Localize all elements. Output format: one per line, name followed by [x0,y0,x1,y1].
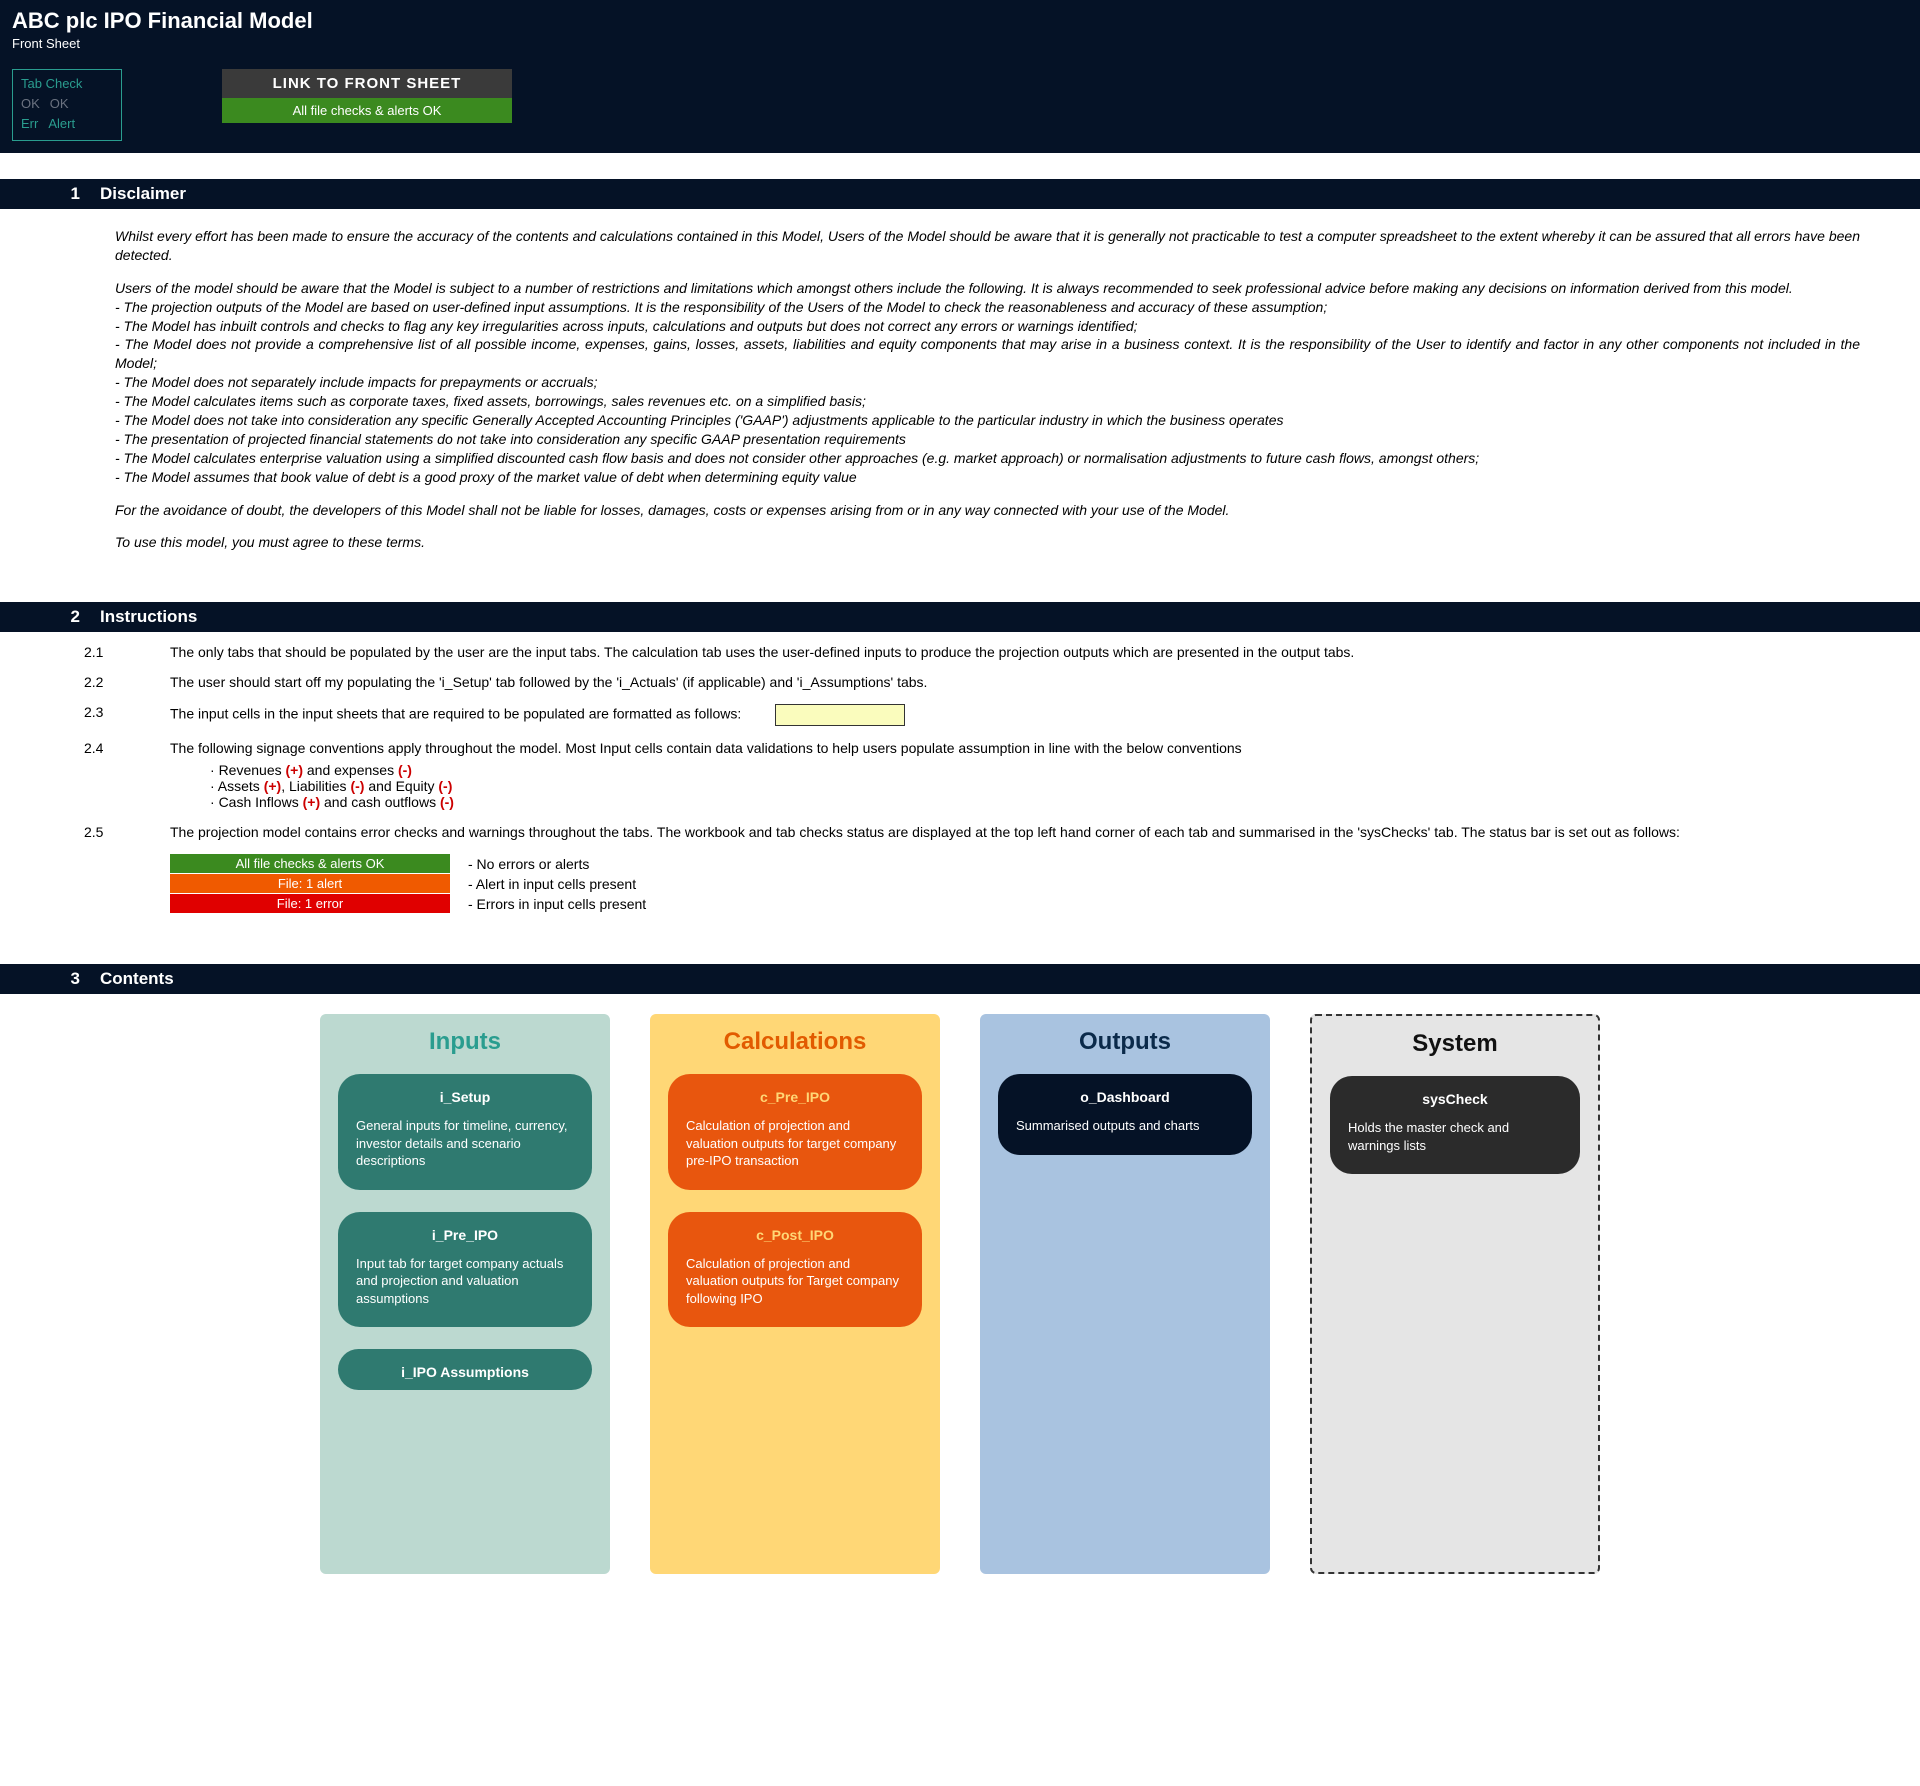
instruction-number: 2.4 [80,740,170,810]
instruction-text: The projection model contains error chec… [170,824,1860,840]
disclaimer-body: Whilst every effort has been made to ens… [0,209,1920,576]
section-number: 2 [0,607,100,627]
calculations-column: Calculations c_Pre_IPO Calculation of pr… [650,1014,940,1574]
tab-check-err-label: Err [21,114,38,134]
status-alert-label: - Alert in input cells present [468,876,636,892]
section-disclaimer-bar: 1 Disclaimer [0,179,1920,209]
disclaimer-text: Users of the model should be aware that … [115,280,1793,296]
link-status: All file checks & alerts OK [222,98,512,123]
section-number: 3 [0,969,100,989]
section-instructions-bar: 2 Instructions [0,602,1920,632]
disclaimer-text: - The Model does not provide a comprehen… [115,336,1860,371]
signage-bullet: Cash Inflows (+) and cash outflows (-) [210,794,1860,810]
column-title: Inputs [338,1028,592,1056]
instruction-number: 2.1 [80,644,170,660]
column-title: Calculations [668,1028,922,1056]
signage-bullet: Assets (+), Liabilities (-) and Equity (… [210,778,1860,794]
status-alert-box: File: 1 alert [170,874,450,893]
disclaimer-text: - The Model calculates items such as cor… [115,393,866,409]
section-contents-bar: 3 Contents [0,964,1920,994]
link-to-front-sheet[interactable]: LINK TO FRONT SHEET All file checks & al… [222,69,512,123]
input-cell-swatch [775,704,905,726]
instruction-text: The input cells in the input sheets that… [170,706,741,722]
instruction-number: 2.3 [80,704,170,726]
card-name: c_Pre_IPO [686,1088,904,1107]
card-i-ipo-assumptions[interactable]: i_IPO Assumptions [338,1349,592,1390]
card-syscheck[interactable]: sysCheck Holds the master check and warn… [1330,1076,1580,1174]
outputs-column: Outputs o_Dashboard Summarised outputs a… [980,1014,1270,1574]
column-title: System [1330,1030,1580,1058]
disclaimer-text: Whilst every effort has been made to ens… [115,227,1860,265]
status-ok-label: - No errors or alerts [468,856,589,872]
status-legend: All file checks & alerts OK - No errors o… [170,854,1860,913]
disclaimer-text: - The Model does not take into considera… [115,412,1283,428]
section-title: Instructions [100,607,197,627]
card-desc: Holds the master check and warnings list… [1348,1119,1562,1154]
disclaimer-text: To use this model, you must agree to the… [115,533,1860,552]
card-c-pre-ipo[interactable]: c_Pre_IPO Calculation of projection and … [668,1074,922,1190]
section-number: 1 [0,184,100,204]
disclaimer-text: - The Model calculates enterprise valuat… [115,450,1479,466]
contents-grid: Inputs i_Setup General inputs for timeli… [0,994,1920,1614]
card-desc: Summarised outputs and charts [1016,1117,1234,1135]
status-ok-box: All file checks & alerts OK [170,854,450,873]
status-error-label: - Errors in input cells present [468,896,646,912]
card-name: sysCheck [1348,1090,1562,1109]
signage-bullet: Revenues (+) and expenses (-) [210,762,1860,778]
instruction-text: The following signage conventions apply … [170,740,1242,756]
instruction-text: The following signage conventions apply … [170,740,1860,810]
instruction-row: 2.3 The input cells in the input sheets … [80,704,1860,726]
card-i-setup[interactable]: i_Setup General inputs for timeline, cur… [338,1074,592,1190]
instructions-body: 2.1 The only tabs that should be populat… [0,632,1920,924]
disclaimer-text: - The Model assumes that book value of d… [115,469,857,485]
disclaimer-text: - The projection outputs of the Model ar… [115,299,1327,315]
status-error-box: File: 1 error [170,894,450,913]
tab-check-ok-label: OK [21,94,40,114]
card-desc: Calculation of projection and valuation … [686,1117,904,1170]
card-name: c_Post_IPO [686,1226,904,1245]
card-desc: Calculation of projection and valuation … [686,1255,904,1308]
disclaimer-text: - The presentation of projected financia… [115,431,906,447]
card-desc: General inputs for timeline, currency, i… [356,1117,574,1170]
instruction-text: The user should start off my populating … [170,674,1860,690]
instruction-number: 2.5 [80,824,170,840]
link-label: LINK TO FRONT SHEET [222,69,512,98]
tab-check-ok-value: OK [50,94,69,114]
tab-check-box: Tab Check OK OK Err Alert [12,69,122,141]
instruction-number: 2.2 [80,674,170,690]
card-name: i_Setup [356,1088,574,1107]
card-name: i_IPO Assumptions [356,1363,574,1382]
card-i-pre-ipo[interactable]: i_Pre_IPO Input tab for target company a… [338,1212,592,1328]
instruction-row: 2.5 The projection model contains error … [80,824,1860,840]
header: ABC plc IPO Financial Model Front Sheet … [0,0,1920,153]
disclaimer-text: - The Model has inbuilt controls and che… [115,318,1138,334]
card-o-dashboard[interactable]: o_Dashboard Summarised outputs and chart… [998,1074,1252,1154]
instruction-row: 2.1 The only tabs that should be populat… [80,644,1860,660]
sheet-name: Front Sheet [12,36,1908,51]
instruction-row: 2.4 The following signage conventions ap… [80,740,1860,810]
instruction-row: 2.2 The user should start off my populat… [80,674,1860,690]
card-desc: Input tab for target company actuals and… [356,1255,574,1308]
instruction-text: The input cells in the input sheets that… [170,704,1860,726]
tab-check-alert-label: Alert [48,114,75,134]
model-title: ABC plc IPO Financial Model [12,8,1908,34]
card-name: i_Pre_IPO [356,1226,574,1245]
inputs-column: Inputs i_Setup General inputs for timeli… [320,1014,610,1574]
disclaimer-text: - The Model does not separately include … [115,374,597,390]
tab-check-title: Tab Check [21,74,113,94]
disclaimer-text: For the avoidance of doubt, the develope… [115,501,1860,520]
section-title: Contents [100,969,174,989]
system-column: System sysCheck Holds the master check a… [1310,1014,1600,1574]
section-title: Disclaimer [100,184,186,204]
card-name: o_Dashboard [1016,1088,1234,1107]
card-c-post-ipo[interactable]: c_Post_IPO Calculation of projection and… [668,1212,922,1328]
column-title: Outputs [998,1028,1252,1056]
instruction-text: The only tabs that should be populated b… [170,644,1860,660]
